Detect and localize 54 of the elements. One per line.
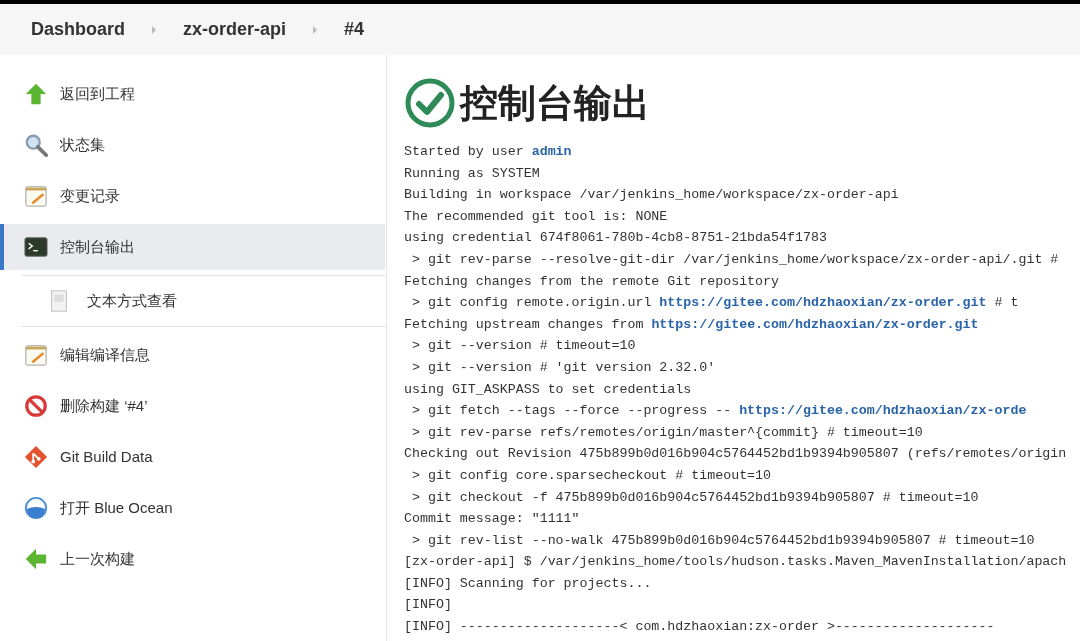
console-text: using credential 674f8061-780b-4cb8-8751-21bda54f1783 xyxy=(404,230,827,246)
console-text: > git rev-list --no-walk 475b899b0d016b904c5764452bd1b9394b905807 # timeout=10 xyxy=(410,532,1035,548)
sidebar-item[interactable]: 删除构建 ‘#4’ xyxy=(0,383,386,429)
console-text: > git --version # 'git version 2.32.0' xyxy=(410,359,716,375)
console-text: Checking out Revision 475b899b0d016b904c5764452bd1b9394b905807 (refs/remotes/origin xyxy=(404,446,1067,462)
console-text: # t xyxy=(993,295,1019,311)
sidebar-item[interactable]: Git Build Data xyxy=(0,434,386,480)
notepad-icon xyxy=(24,343,48,367)
breadcrumb-link[interactable]: Dashboard xyxy=(31,16,126,43)
sidebar-item[interactable]: 打开 Blue Ocean xyxy=(0,485,386,531)
console-text: > git config core.sparsecheckout # timeout=10 xyxy=(410,467,772,483)
console-text: Started by user xyxy=(404,144,525,159)
sidebar-item[interactable]: 状态集 xyxy=(0,122,386,168)
console-link[interactable]: https://gitee.com/hdzhaoxian/zx-order.git xyxy=(651,316,979,332)
console-text: Commit message: "1111" xyxy=(404,511,580,527)
sidebar-subitem[interactable]: 文本方式查看 xyxy=(21,275,386,327)
water-circle-icon xyxy=(24,496,48,520)
chevron-icon xyxy=(312,24,319,35)
console-text: Fetching changes from the remote Git repository xyxy=(404,273,780,289)
console-text: > git rev-parse refs/remotes/origin/master^{commit} # timeout=10 xyxy=(410,424,923,440)
up-arrow-icon xyxy=(24,82,48,106)
console-text: > git --version # timeout=10 xyxy=(410,338,636,354)
no-entry-icon xyxy=(24,394,48,418)
breadcrumb-link[interactable]: #4 xyxy=(344,16,365,43)
terminal-icon xyxy=(24,235,48,259)
console-text: Running as SYSTEM xyxy=(404,165,540,181)
console-text: Fetching upstream changes from xyxy=(404,316,645,332)
sidebar-item[interactable]: 变更记录 xyxy=(0,173,386,219)
check-circle-icon xyxy=(404,77,456,129)
sidebar-item[interactable]: 返回到工程 xyxy=(0,71,386,117)
console-text: > git rev-parse --resolve-git-dir /var/jenkins_home/workspace/zx-order-api/.git # xyxy=(410,251,1059,267)
sidebar-item[interactable]: 编辑编译信息 xyxy=(0,332,386,378)
chevron-icon xyxy=(151,24,158,35)
console-text: [INFO] xyxy=(404,597,452,613)
page-title: 控制台输出 xyxy=(460,84,650,122)
console-text: [zx-order-api] $ /var/jenkins_home/tools/hudson.tasks.Maven_MavenInstallation/apach xyxy=(404,554,1067,570)
console-text: Building in workspace /var/jenkins_home/workspace/zx-order-api xyxy=(404,187,899,203)
console-link[interactable]: admin xyxy=(531,144,572,159)
console-text: > git fetch --tags --force --progress -- xyxy=(410,403,733,419)
console-text: using GIT_ASKPASS to set credentials xyxy=(404,381,692,397)
console-text: The recommended git tool is: NONE xyxy=(404,208,668,224)
left-arrow-icon xyxy=(24,547,48,571)
breadcrumb-link[interactable]: zx-order-api xyxy=(183,16,287,43)
sidebar-item[interactable]: 控制台输出 xyxy=(0,224,385,270)
search-icon xyxy=(24,133,48,157)
console-text: > git config remote.origin.url xyxy=(410,295,653,311)
console-text: [INFO] Scanning for projects... xyxy=(404,575,652,591)
console-link[interactable]: https://gitee.com/hdzhaoxian/zx-order.git xyxy=(659,295,987,311)
console-link[interactable]: https://gitee.com/hdzhaoxian/zx-orde xyxy=(739,403,1027,419)
console-text: > git checkout -f 475b899b0d016b904c5764452bd1b9394b905807 # timeout=10 xyxy=(410,489,979,505)
git-diamond-icon xyxy=(24,445,48,469)
notepad-icon xyxy=(24,184,48,208)
console-text: [INFO] --------------------< com.hdzhaoxian:zx-order >-------------------- xyxy=(404,619,995,635)
sidebar-item[interactable]: 上一次构建 xyxy=(0,536,386,582)
